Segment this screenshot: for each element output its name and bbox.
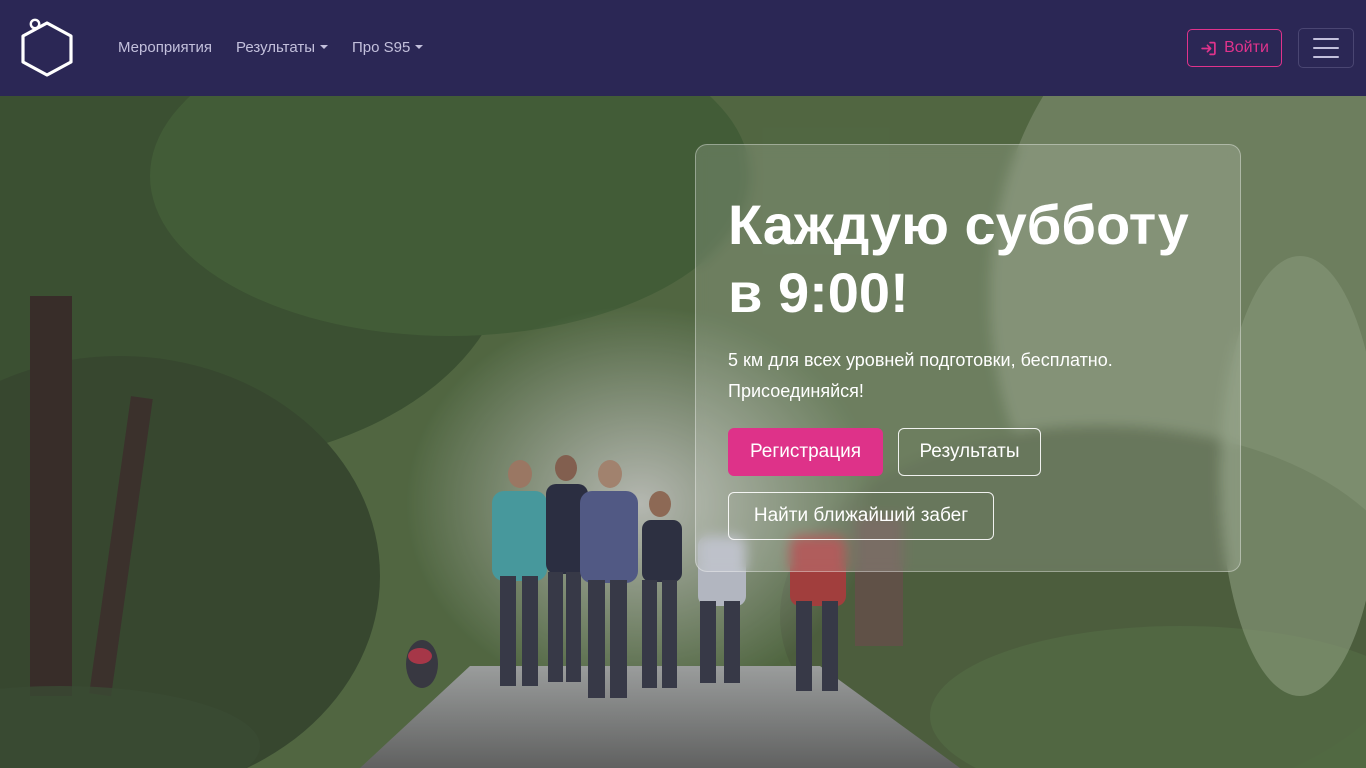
hero-description-line1: 5 км для всех уровней подготовки, беспла… [728, 350, 1113, 370]
login-button[interactable]: Войти [1187, 29, 1282, 67]
nav-about-dropdown[interactable]: Про S95 [352, 38, 424, 58]
nav-about-label: Про S95 [352, 39, 411, 56]
hexagon-logo-icon[interactable] [18, 18, 76, 78]
login-label: Войти [1224, 39, 1269, 56]
register-button[interactable]: Регистрация [728, 428, 883, 476]
login-arrow-icon [1201, 41, 1216, 55]
hero-section: Каждую субботу в 9:00! 5 км для всех уро… [0, 96, 1366, 768]
hero-card: Каждую субботу в 9:00! 5 км для всех уро… [695, 144, 1241, 572]
hamburger-menu-icon[interactable] [1298, 28, 1354, 68]
hero-description-line2: Присоединяйся! [728, 381, 864, 401]
find-nearest-run-button[interactable]: Найти ближайший забег [728, 492, 994, 540]
results-button[interactable]: Результаты [898, 428, 1041, 476]
hero-title-line2: в 9:00! [728, 261, 909, 324]
nav-results-dropdown[interactable]: Результаты [236, 38, 328, 58]
hero-description: 5 км для всех уровней подготовки, беспла… [728, 345, 1208, 407]
caret-down-icon [320, 45, 328, 49]
nav-results-label: Результаты [236, 39, 315, 56]
nav-events-link[interactable]: Мероприятия [118, 38, 212, 58]
nav-events-label: Мероприятия [118, 39, 213, 56]
navbar: Мероприятия Результаты Про S95 Войти [0, 0, 1366, 96]
hero-title: Каждую субботу в 9:00! [728, 191, 1208, 327]
hero-title-line1: Каждую субботу [728, 193, 1189, 256]
caret-down-icon [415, 45, 424, 49]
